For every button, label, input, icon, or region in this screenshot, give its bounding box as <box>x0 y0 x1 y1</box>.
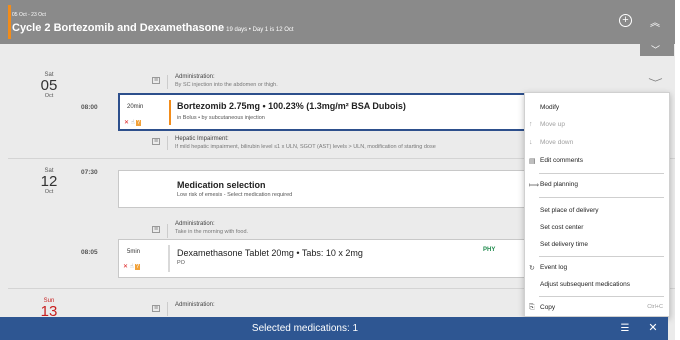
comment-icon[interactable]: ≡ <box>152 305 160 312</box>
menu-item-move-down[interactable]: ↓ Move down <box>525 136 671 150</box>
menu-item-set-delivery-time[interactable]: Set delivery time <box>525 238 671 252</box>
comment-icon: ▤ <box>529 158 536 165</box>
menu-label: Adjust subsequent medications <box>540 281 630 288</box>
bed-icon: ⟾ <box>529 182 540 189</box>
collapse-icon[interactable]: ︽ <box>650 14 660 29</box>
menu-label: Move down <box>540 139 574 146</box>
arrow-down-icon: ↓ <box>529 139 533 146</box>
menu-label: Event log <box>540 264 568 271</box>
phy-badge: PHY <box>483 247 496 253</box>
med-route: in Bolus • by subcutaneous injection <box>177 115 265 121</box>
cycle-title-text: Cycle 2 Bortezomib and Dexamethasone <box>12 22 225 34</box>
accent-bar <box>168 245 170 272</box>
cycle-dates: 05 Oct - 23 Oct <box>12 12 46 18</box>
divider <box>167 302 168 316</box>
admin-label: Administration: <box>175 74 215 80</box>
day-label: Sat 12 Oct <box>34 168 64 195</box>
history-icon: ↻ <box>529 265 535 272</box>
menu-item-modify[interactable]: Modify <box>525 101 671 115</box>
admin-text: Take in the morning with food. <box>175 229 249 235</box>
selected-count-text: Selected medications: 1 <box>251 323 359 334</box>
menu-label: Move up <box>540 121 565 128</box>
day-month: Oct <box>44 93 54 99</box>
menu-item-edit-comments[interactable]: ▤ Edit comments <box>525 154 671 168</box>
med-name: Bortezomib 2.75mg • 100.23% (1.3mg/m² BS… <box>177 101 406 111</box>
med-time: 08:00 <box>81 104 98 111</box>
med-route: PO <box>177 260 185 266</box>
menu-item-bed-planning[interactable]: ⟾ Bed planning <box>525 178 671 192</box>
copy-icon: ⎘ <box>529 304 535 311</box>
selection-title: Medication selection <box>177 180 266 190</box>
cycle-header[interactable]: 05 Oct - 23 Oct Cycle 2 Bortezomib and D… <box>0 0 675 44</box>
window-edge <box>675 0 680 340</box>
menu-item-copy[interactable]: ⎘ Copy Ctrl+C <box>525 301 671 315</box>
comment-icon[interactable]: ≡ <box>152 138 160 145</box>
menu-label: Edit comments <box>540 157 583 164</box>
menu-separator <box>539 296 664 297</box>
chevron-down-icon[interactable]: ﹀ <box>648 76 662 89</box>
menu-label: Copy <box>540 304 556 311</box>
divider <box>167 136 168 150</box>
menu-label: Set delivery time <box>540 241 589 248</box>
cycle-title: Cycle 2 Bortezomib and Dexamethasone 19 d… <box>12 22 294 34</box>
menu-item-move-up[interactable]: ↑ Move up <box>525 118 671 132</box>
divider <box>167 224 168 238</box>
close-icon[interactable]: ✕ <box>640 317 666 340</box>
menu-separator <box>539 256 664 257</box>
accent-bar <box>169 100 171 125</box>
hand-icon: ☝ <box>131 120 135 126</box>
status-icons: ✕ ☝? <box>123 263 141 270</box>
day-label: Sun 13 <box>34 298 64 319</box>
context-menu: Modify ↑ Move up ↓ Move down ▤ Edit comment… <box>524 92 670 317</box>
hepatic-label: Hepatic Impairment: <box>175 136 229 142</box>
med-name: Dexamethasone Tablet 20mg • Tabs: 10 x 2… <box>177 248 363 258</box>
question-icon: ? <box>134 264 141 270</box>
cancel-icon: ✕ <box>123 264 129 270</box>
duration: 5min <box>127 249 141 255</box>
divider <box>167 75 168 89</box>
admin-text: By SC injection into the abdomen or thig… <box>175 82 278 88</box>
list-icon[interactable]: ☰ <box>612 317 638 340</box>
menu-label: Bed planning <box>540 181 578 188</box>
selection-text: Low risk of emesis - Select medication r… <box>177 192 293 198</box>
expand-tab[interactable]: ﹀ <box>640 44 674 56</box>
day-number: 05 <box>40 77 58 94</box>
menu-shortcut: Ctrl+C <box>647 304 663 310</box>
menu-item-set-place-of-delivery[interactable]: Set place of delivery <box>525 204 671 218</box>
menu-label: Modify <box>540 104 560 111</box>
cycle-subtitle: 19 days • Day 1 is 12 Oct <box>226 27 294 33</box>
menu-item-set-cost-center[interactable]: Set cost center <box>525 221 671 235</box>
chevron-down-icon: ﹀ <box>651 45 661 55</box>
selection-time: 07:30 <box>81 169 98 176</box>
day-number: 12 <box>40 173 58 190</box>
cancel-icon: ✕ <box>124 120 130 126</box>
menu-separator <box>539 173 664 174</box>
comment-icon[interactable]: ≡ <box>152 77 160 84</box>
menu-label: Set cost center <box>540 224 584 231</box>
duration: 20min <box>127 104 144 110</box>
add-icon[interactable]: + <box>619 14 632 27</box>
menu-label: Set place of delivery <box>540 207 599 214</box>
hand-icon: ☝ <box>130 264 134 270</box>
day-month: Oct <box>44 189 54 195</box>
comment-icon[interactable]: ≡ <box>152 226 160 233</box>
admin-label: Administration: <box>175 302 215 308</box>
admin-label: Administration: <box>175 221 215 227</box>
cycle-accent-stripe <box>8 5 11 39</box>
day-label: Sat 05 Oct <box>34 72 64 99</box>
status-icons: ✕ ☝? <box>124 119 142 126</box>
question-icon: ? <box>135 120 142 126</box>
hepatic-text: If mild hepatic impairment, bilirubin le… <box>175 144 436 150</box>
menu-item-adjust-subsequent[interactable]: Adjust subsequent medications <box>525 278 671 292</box>
menu-item-event-log[interactable]: ↻ Event log <box>525 261 671 275</box>
med-time: 08:05 <box>81 249 98 256</box>
selection-bar: Selected medications: 1 ☰ ✕ <box>0 317 668 340</box>
arrow-up-icon: ↑ <box>529 121 533 128</box>
menu-separator <box>539 197 664 198</box>
